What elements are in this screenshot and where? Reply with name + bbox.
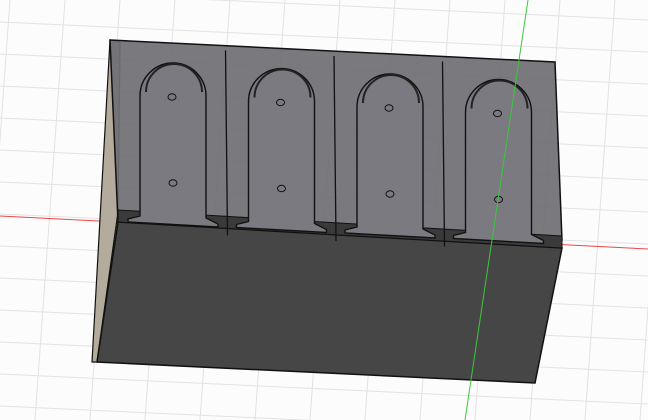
grid-line bbox=[0, 0, 11, 148]
slot-1[interactable] bbox=[127, 62, 219, 228]
slot-pocket bbox=[452, 78, 545, 245]
model-canvas[interactable] bbox=[0, 0, 648, 420]
slot-pocket bbox=[344, 73, 436, 239]
slotted-block-model[interactable] bbox=[91, 39, 563, 384]
slot-pocket bbox=[235, 67, 328, 234]
3d-viewport[interactable] bbox=[0, 0, 648, 420]
grid-line bbox=[205, 0, 648, 21]
slot-pocket bbox=[127, 62, 219, 228]
grid-line bbox=[639, 300, 648, 420]
grid-line bbox=[34, 0, 66, 420]
grid-line bbox=[0, 373, 648, 405]
front-face[interactable] bbox=[96, 221, 563, 384]
grid-line bbox=[0, 21, 648, 53]
grid-line bbox=[0, 405, 314, 420]
